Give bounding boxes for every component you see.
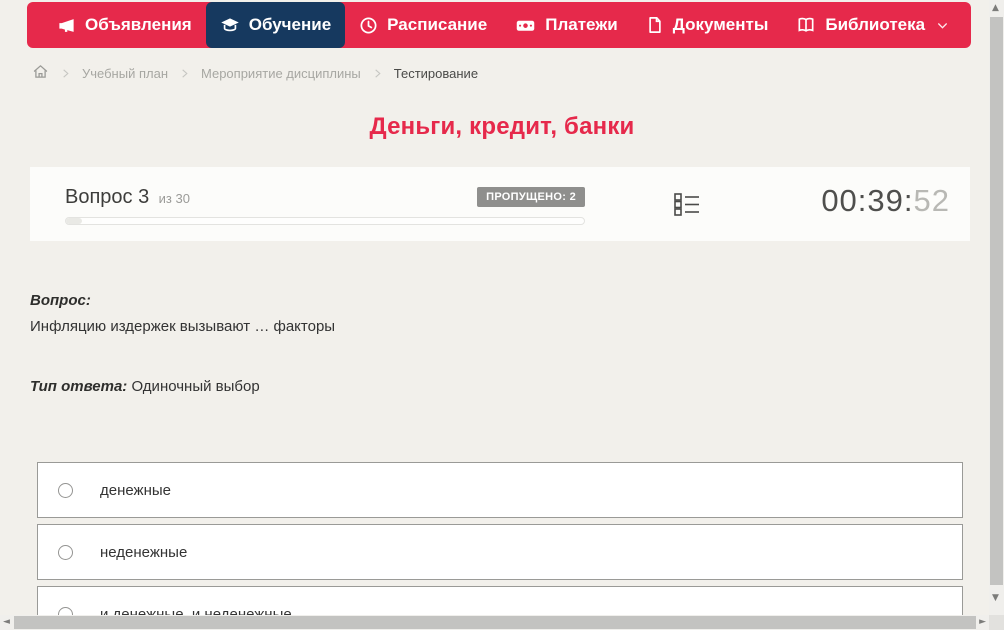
- nav-item-label: Объявления: [85, 15, 192, 34]
- answer-option-2[interactable]: неденежные: [37, 524, 963, 580]
- scroll-down-arrow-icon[interactable]: ▼: [992, 594, 999, 603]
- page-title: Деньги, кредит, банки: [369, 113, 635, 140]
- clock-icon: [359, 16, 378, 35]
- timer-seconds: 52: [913, 183, 950, 218]
- document-icon: [646, 16, 664, 34]
- question-progress-block: Вопрос 3 из 30 ПРОПУЩЕНО: 2: [65, 183, 585, 225]
- progress-fill: [66, 218, 82, 224]
- main-nav: Объявления Обучение Расписание Платежи Д…: [27, 2, 971, 48]
- scroll-up-arrow-icon[interactable]: ▲: [992, 4, 999, 13]
- question-header-panel: Вопрос 3 из 30 ПРОПУЩЕНО: 2 00:39:52: [30, 167, 970, 241]
- question-number: Вопрос 3: [65, 185, 150, 208]
- megaphone-icon: [57, 16, 76, 35]
- nav-item-label: Документы: [672, 15, 769, 34]
- chevron-right-icon: [372, 68, 383, 79]
- horizontal-scrollbar-thumb[interactable]: [14, 616, 976, 629]
- question-text: Инфляцию издержек вызывают … факторы: [30, 318, 336, 335]
- scroll-right-arrow-icon[interactable]: ►: [979, 618, 986, 627]
- breadcrumb-item-curriculum[interactable]: Учебный план: [82, 66, 168, 81]
- home-icon[interactable]: [32, 63, 49, 83]
- vertical-scrollbar-thumb[interactable]: [990, 17, 1003, 585]
- breadcrumb-item-testing: Тестирование: [393, 65, 479, 81]
- nav-item-learning[interactable]: Обучение: [205, 2, 346, 48]
- chevron-down-icon: [936, 19, 949, 32]
- nav-item-announcements[interactable]: Объявления: [43, 2, 206, 48]
- question-list-icon[interactable]: [674, 192, 700, 221]
- answer-type-label: Тип ответа:: [30, 378, 128, 395]
- nav-item-label: Платежи: [545, 15, 618, 34]
- banknote-icon: [515, 15, 536, 36]
- scrollbar-corner: [989, 615, 1004, 630]
- nav-item-schedule[interactable]: Расписание: [345, 2, 501, 48]
- answer-type-value: Одиночный выбор: [131, 378, 260, 395]
- question-total: из 30: [158, 190, 190, 206]
- countdown-timer: 00:39:52: [821, 183, 950, 219]
- test-page: Объявления Обучение Расписание Платежи Д…: [0, 0, 1004, 630]
- question-caption: Вопрос:: [30, 292, 91, 309]
- nav-item-payments[interactable]: Платежи: [501, 2, 632, 48]
- chevron-right-icon: [60, 68, 71, 79]
- radio-icon[interactable]: [58, 482, 73, 498]
- nav-item-label: Расписание: [387, 15, 488, 34]
- nav-item-label: Библиотека: [825, 15, 926, 34]
- skipped-badge: ПРОПУЩЕНО: 2: [477, 187, 585, 207]
- open-book-icon: [796, 15, 816, 35]
- vertical-scrollbar[interactable]: ▲ ▼: [989, 0, 1004, 615]
- graduation-cap-icon: [220, 15, 240, 35]
- answer-option-label: денежные: [100, 481, 171, 499]
- nav-item-label: Обучение: [248, 15, 332, 34]
- breadcrumb: Учебный план Мероприятие дисциплины Тест…: [32, 63, 478, 83]
- radio-icon[interactable]: [58, 544, 73, 560]
- timer-hours-minutes: 00:39:: [821, 183, 914, 218]
- scroll-left-arrow-icon[interactable]: ◄: [3, 618, 10, 627]
- nav-item-documents[interactable]: Документы: [632, 2, 783, 48]
- chevron-right-icon: [179, 68, 190, 79]
- breadcrumb-item-discipline-event[interactable]: Мероприятие дисциплины: [201, 66, 361, 81]
- answer-type-row: Тип ответа: Одиночный выбор: [30, 378, 960, 395]
- answer-option-1[interactable]: денежные: [37, 462, 963, 518]
- horizontal-scrollbar[interactable]: ◄ ►: [0, 615, 989, 630]
- nav-item-library[interactable]: Библиотека: [782, 2, 963, 48]
- answer-option-label: неденежные: [100, 543, 188, 561]
- progress-bar: [65, 217, 585, 225]
